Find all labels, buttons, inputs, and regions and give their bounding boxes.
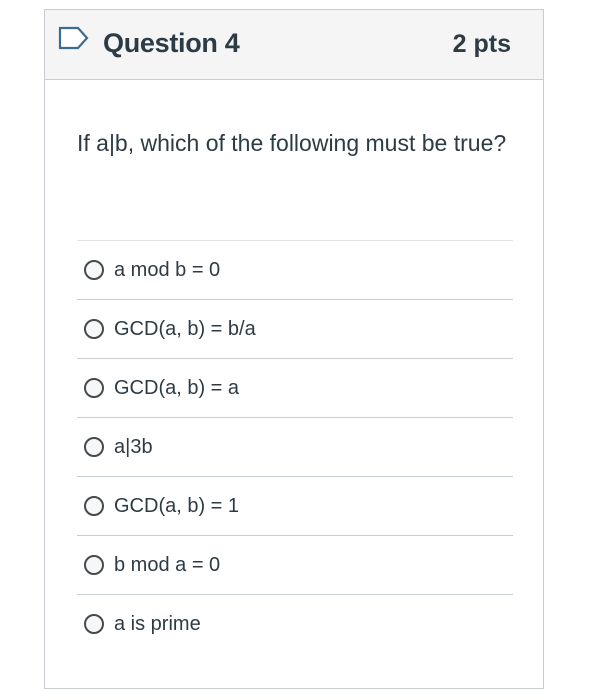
answer-label: a is prime xyxy=(114,612,201,635)
answer-option[interactable]: a|3b xyxy=(77,417,513,476)
radio-button[interactable] xyxy=(84,260,104,280)
answer-option[interactable]: a is prime xyxy=(77,594,513,653)
radio-button[interactable] xyxy=(84,614,104,634)
flag-question-icon[interactable] xyxy=(58,26,90,50)
answer-option[interactable]: b mod a = 0 xyxy=(77,535,513,594)
radio-button[interactable] xyxy=(84,555,104,575)
answer-label: GCD(a, b) = a xyxy=(114,376,240,399)
answer-option[interactable]: GCD(a, b) = b/a xyxy=(77,299,513,358)
radio-button[interactable] xyxy=(84,378,104,398)
question-points: 2 pts xyxy=(452,30,511,58)
answer-option[interactable]: a mod b = 0 xyxy=(77,240,513,299)
answer-list: a mod b = 0 GCD(a, b) = b/a GCD(a, b) = … xyxy=(77,240,513,653)
answer-label: GCD(a, b) = b/a xyxy=(114,317,256,340)
question-title: Question 4 xyxy=(103,28,240,58)
answer-option[interactable]: GCD(a, b) = a xyxy=(77,358,513,417)
radio-button[interactable] xyxy=(84,319,104,339)
answer-label: GCD(a, b) = 1 xyxy=(114,494,240,517)
answer-label: b mod a = 0 xyxy=(114,553,221,576)
answer-label: a|3b xyxy=(114,435,153,458)
question-card: Question 4 2 pts If a|b, which of the fo… xyxy=(44,9,544,689)
radio-button[interactable] xyxy=(84,496,104,516)
question-header: Question 4 2 pts xyxy=(45,10,543,80)
answer-option[interactable]: GCD(a, b) = 1 xyxy=(77,476,513,535)
question-text: If a|b, which of the following must be t… xyxy=(77,130,507,156)
answer-label: a mod b = 0 xyxy=(114,258,221,281)
radio-button[interactable] xyxy=(84,437,104,457)
